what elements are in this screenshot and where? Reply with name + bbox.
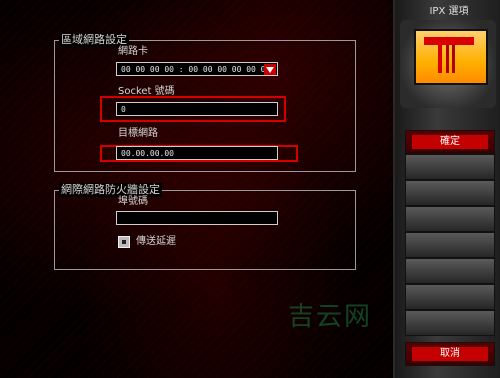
socket-input[interactable]: 0 [116, 102, 278, 116]
network-card-value: 00 00 00 00 : 00 00 00 00 00 00 [121, 65, 271, 74]
target-network-input[interactable]: 00.00.00.00 [116, 146, 278, 160]
target-network-value: 00.00.00.00 [121, 149, 174, 158]
main-panel: 區域網路設定 網路卡 00 00 00 00 : 00 00 00 00 00 … [0, 0, 395, 378]
network-card-dropdown[interactable]: 00 00 00 00 : 00 00 00 00 00 00 [116, 62, 278, 76]
sidebar-slot-7 [405, 310, 495, 336]
port-label: 埠號碼 [118, 196, 148, 207]
sidebar-slot-2 [405, 180, 495, 206]
ok-button[interactable]: 確定 [405, 130, 495, 154]
cancel-label: 取消 [412, 347, 488, 361]
firewall-title: 網際網路防火牆設定 [59, 183, 162, 197]
sidebar-slot-6 [405, 284, 495, 310]
socket-value: 0 [121, 105, 126, 114]
network-card-label: 網路卡 [118, 46, 148, 57]
radar-screen-icon [414, 29, 488, 85]
watermark-text: 吉云网 [288, 302, 373, 332]
target-network-label: 目標網路 [118, 128, 158, 139]
sidebar-slot-4 [405, 232, 495, 258]
ok-label: 確定 [412, 135, 488, 149]
ipx-options-title: IPX 選項 [429, 6, 469, 17]
lan-settings-title: 區域網路設定 [59, 33, 129, 47]
send-delay-checkbox[interactable] [118, 236, 130, 248]
port-input[interactable] [116, 211, 278, 225]
cancel-button[interactable]: 取消 [405, 342, 495, 366]
sidebar-slot-3 [405, 206, 495, 232]
firewall-group: 網際網路防火牆設定 [54, 183, 356, 270]
send-delay-label: 傳送延遲 [136, 236, 176, 247]
sidebar-slot-5 [405, 258, 495, 284]
sidebar-slot-1 [405, 154, 495, 180]
chevron-down-icon[interactable] [264, 64, 276, 75]
